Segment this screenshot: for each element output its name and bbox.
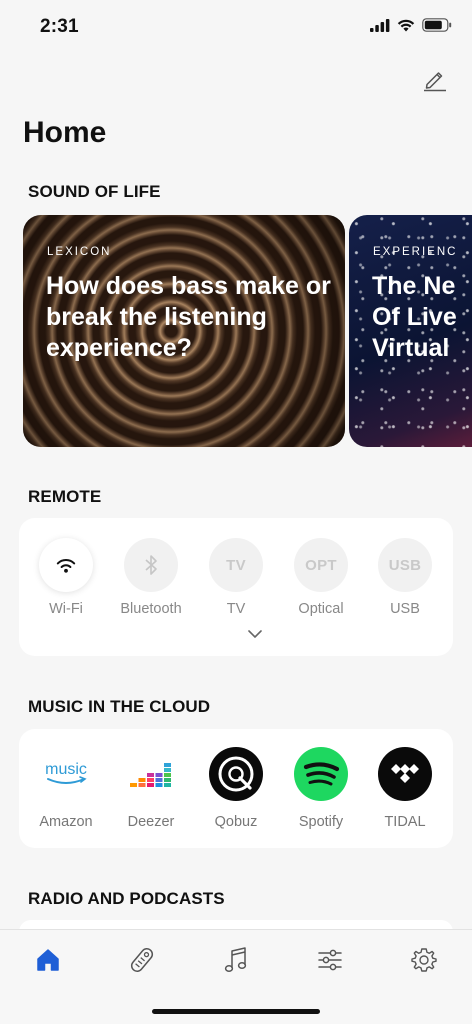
source-label: USB — [390, 601, 420, 617]
service-qobuz[interactable]: Qobuz — [193, 746, 279, 830]
section-title-remote: REMOTE — [28, 487, 102, 506]
service-deezer[interactable]: Deezer — [108, 746, 194, 830]
music-icon — [224, 947, 247, 973]
source-wifi[interactable]: Wi-Fi — [23, 538, 109, 617]
chevron-down-icon[interactable] — [247, 629, 263, 639]
section-title-radio: RADIO AND PODCASTS — [28, 889, 225, 908]
edit-icon[interactable] — [422, 66, 448, 92]
tidal-icon — [377, 746, 433, 802]
cloud-panel: music Amazon Deezer Qobuz Spotify TIDAL — [19, 729, 453, 848]
tv-badge: TV — [209, 538, 263, 592]
article-tag: EXPERIENC — [373, 246, 458, 258]
wifi-status-icon — [397, 19, 415, 31]
remote-icon — [130, 948, 154, 972]
tab-settings[interactable] — [404, 942, 444, 978]
article-title: How does bass make or break the listenin… — [46, 272, 331, 362]
tab-remote[interactable] — [122, 942, 162, 978]
home-indicator — [152, 1009, 320, 1014]
source-label: Bluetooth — [120, 601, 182, 617]
remote-panel: Wi-Fi Bluetooth TV TV OPT Optical USB US… — [19, 518, 453, 656]
spotify-icon — [293, 746, 349, 802]
article-tag: LEXICON — [47, 246, 112, 258]
cellular-signal-icon — [370, 18, 390, 32]
status-bar: 2:31 — [0, 0, 472, 58]
service-amazon[interactable]: music Amazon — [23, 746, 109, 830]
optical-badge: OPT — [294, 538, 348, 592]
status-icons — [370, 18, 452, 32]
tab-equalizer[interactable] — [310, 942, 350, 978]
source-tv[interactable]: TV TV — [193, 538, 279, 617]
service-label: TIDAL — [384, 814, 426, 830]
tab-home[interactable] — [28, 942, 68, 978]
wifi-icon — [39, 538, 93, 592]
qobuz-icon — [208, 746, 264, 802]
source-label: Optical — [298, 601, 344, 617]
amazon-logo-text: music — [45, 761, 87, 778]
service-label: Qobuz — [214, 814, 258, 830]
source-usb[interactable]: USB USB — [362, 538, 448, 617]
service-label: Deezer — [127, 814, 175, 830]
service-label: Amazon — [39, 814, 93, 830]
service-label: Spotify — [298, 814, 344, 830]
source-optical[interactable]: OPT Optical — [278, 538, 364, 617]
section-title-cloud: MUSIC IN THE CLOUD — [28, 697, 211, 716]
settings-icon — [411, 948, 437, 972]
service-tidal[interactable]: TIDAL — [362, 746, 448, 830]
bluetooth-icon — [124, 538, 178, 592]
amazon-music-icon: music — [38, 746, 94, 802]
service-spotify[interactable]: Spotify — [278, 746, 364, 830]
source-label: TV — [226, 601, 246, 617]
article-title: The Ne Of Live Virtual — [372, 272, 457, 362]
status-time: 2:31 — [40, 16, 79, 37]
equalizer-icon — [318, 949, 342, 971]
deezer-icon — [123, 746, 179, 802]
usb-badge: USB — [378, 538, 432, 592]
article-card-virtual[interactable]: EXPERIENC The Ne Of Live Virtual — [349, 215, 472, 447]
source-label: Wi-Fi — [49, 601, 83, 617]
source-bluetooth[interactable]: Bluetooth — [108, 538, 194, 617]
section-title-sound-of-life: SOUND OF LIFE — [28, 182, 161, 201]
home-icon — [37, 949, 59, 971]
tab-music[interactable] — [216, 942, 256, 978]
page-title: Home — [23, 116, 107, 149]
article-card-bass[interactable]: LEXICON How does bass make or break the … — [23, 215, 345, 447]
battery-icon — [422, 18, 452, 32]
